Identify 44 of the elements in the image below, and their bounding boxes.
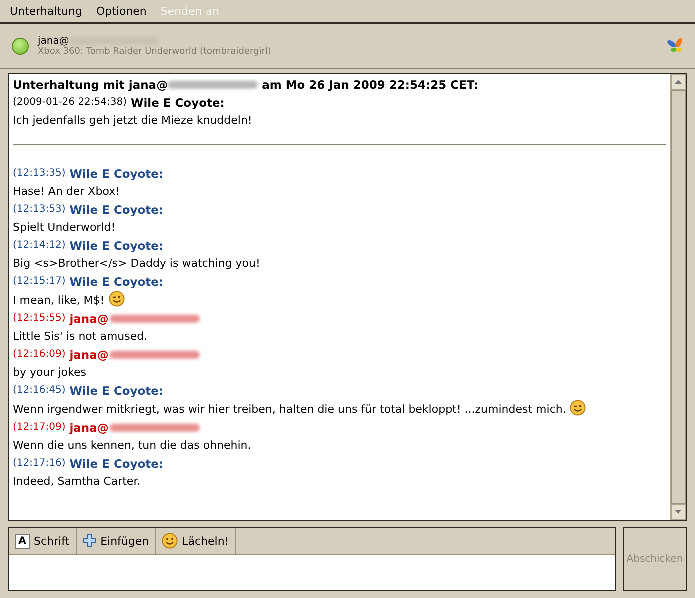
scroll-up-icon[interactable]	[671, 74, 686, 90]
sender-name: jana@	[70, 420, 109, 437]
timestamp: (12:17:09)	[13, 421, 66, 435]
sender-name: Wile E Coyote:	[70, 274, 164, 291]
timestamp: (12:14:12)	[13, 239, 66, 253]
message-text: Wenn irgendwer mitkriegt, was wir hier treiben, halten die uns für total bekloppt! ...zumindest mich.	[13, 402, 566, 418]
sender-name: Wile E Coyote:	[131, 95, 225, 112]
sender-name: Wile E Coyote:	[70, 238, 164, 255]
sender-name: jana@	[70, 347, 109, 364]
timestamp: (12:15:55)	[13, 312, 66, 326]
message-text: Indeed, Samtha Carter.	[13, 474, 141, 490]
conversation-date: am Mo 26 Jan 2009 22:54:25 CET:	[262, 77, 479, 94]
message-text: Ich jedenfalls geh jetzt die Mieze knuddeln!	[13, 113, 252, 129]
message-text: Little Sis' is not amused.	[13, 329, 148, 345]
timestamp: (12:15:17)	[13, 275, 66, 289]
message-text: I mean, like, M$!	[13, 292, 105, 308]
sender-name: Wile E Coyote:	[70, 383, 164, 400]
timestamp: (12:13:35)	[13, 167, 66, 181]
contact-name: jana@	[38, 36, 70, 46]
timestamp: (2009-01-26 22:54:38)	[13, 96, 128, 110]
butterfly-icon	[667, 38, 685, 54]
smiley-icon	[162, 533, 178, 549]
timestamp: (12:13:53)	[13, 203, 66, 217]
timestamp: (12:17:16)	[13, 457, 66, 471]
font-icon: A	[15, 534, 30, 548]
message-text: by your jokes	[13, 365, 86, 381]
sender-name: Wile E Coyote:	[70, 456, 164, 473]
scrollbar[interactable]	[670, 74, 686, 520]
plus-icon	[82, 534, 97, 548]
menu-item[interactable]: Optionen	[96, 4, 147, 18]
sender-name: Wile E Coyote:	[70, 166, 164, 183]
status-text: Xbox 360: Tomb Raider Underworld (tombraidergirl)	[38, 46, 272, 56]
timestamp: (12:16:09)	[13, 348, 66, 362]
message-input[interactable]	[9, 555, 615, 590]
message-text: Wenn die uns kennen, tun die das ohnehin.	[13, 438, 252, 454]
sender-name: jana@	[70, 311, 109, 328]
conversation-header: Unterhaltung mit jana@	[13, 77, 168, 94]
timestamp: (12:16:45)	[13, 384, 66, 398]
scroll-down-icon[interactable]	[671, 504, 686, 520]
message-text: Hase! An der Xbox!	[13, 184, 120, 200]
message-text: Big <s>Brother</s> Daddy is watching you!	[13, 256, 260, 272]
sender-name: Wile E Coyote:	[70, 202, 164, 219]
menu-item[interactable]: Unterhaltung	[10, 4, 82, 18]
message-text: Spielt Underworld!	[13, 220, 116, 236]
